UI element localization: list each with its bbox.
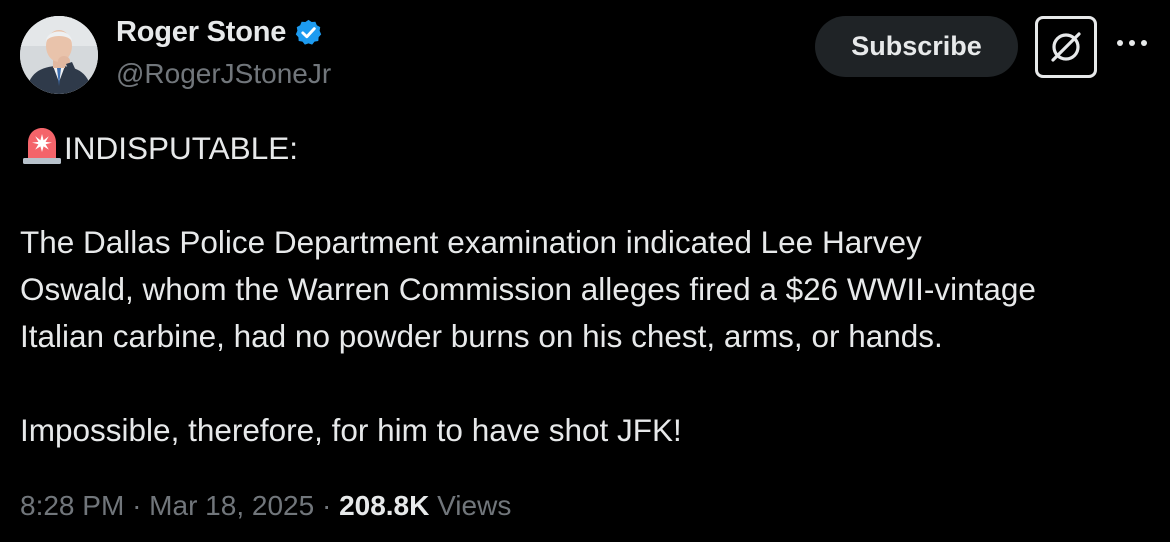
verified-badge-icon [294, 18, 323, 47]
meta-separator: · [321, 490, 332, 521]
slashed-circle-icon [1051, 32, 1081, 62]
post-paragraph-line: Italian carbine, had no powder burns on … [20, 318, 943, 354]
views-label: Views [437, 490, 512, 521]
more-options-button[interactable] [1112, 28, 1152, 58]
author-name-row: Roger Stone [116, 16, 323, 49]
more-dots-icon [1117, 40, 1147, 46]
subscribe-button[interactable]: Subscribe [815, 16, 1018, 77]
post-headline: INDISPUTABLE: [64, 130, 298, 166]
author-display-name[interactable]: Roger Stone [116, 16, 286, 49]
post-headline-line: INDISPUTABLE: [20, 125, 1155, 172]
post-closing-line: Impossible, therefore, for him to have s… [20, 412, 682, 448]
post-date[interactable]: Mar 18, 2025 [149, 490, 314, 521]
police-siren-emoji-icon [20, 125, 64, 165]
post-meta: 8:28 PM · Mar 18, 2025 · 208.8K Views [20, 490, 511, 522]
post-paragraph-line: Oswald, whom the Warren Commission alleg… [20, 271, 1036, 307]
avatar-photo [20, 16, 98, 94]
post-time[interactable]: 8:28 PM [20, 490, 124, 521]
avatar[interactable] [20, 16, 98, 94]
author-handle[interactable]: @RogerJStoneJr [116, 58, 331, 90]
post-paragraph-line: The Dallas Police Department examination… [20, 224, 922, 260]
meta-separator: · [132, 490, 142, 521]
post-text: INDISPUTABLE: The Dallas Police Departme… [20, 125, 1155, 454]
grok-button[interactable] [1035, 16, 1097, 78]
views-count: 208.8K [339, 490, 430, 521]
